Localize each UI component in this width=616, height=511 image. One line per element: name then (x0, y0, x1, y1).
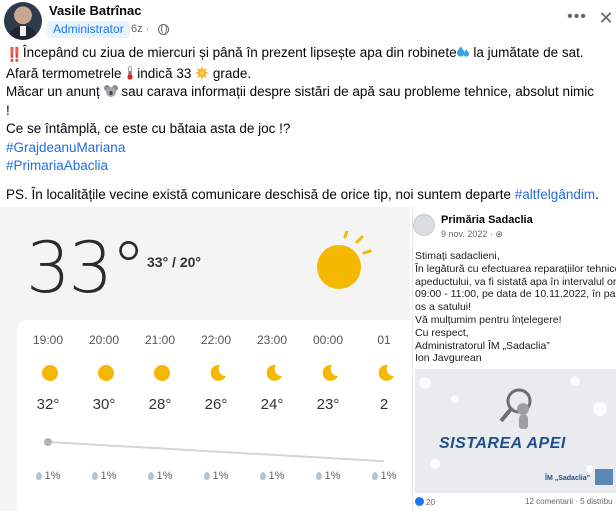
forecast-hour: 01 (377, 333, 391, 347)
comment-count: 12 comentarii · 5 distribu (525, 497, 613, 506)
sun-icon (98, 365, 114, 381)
precipitation-chance: 1% (303, 470, 353, 482)
sun-icon (42, 365, 58, 381)
thermometer-icon (126, 65, 133, 80)
temperature-range: 33° / 20° (147, 254, 202, 270)
moon-icon (378, 364, 394, 381)
hashtag-link[interactable]: #PrimariaAbaclia (6, 158, 108, 173)
raindrop-icon (259, 472, 266, 480)
notice-banner-image: SISTAREA APEI ÎM „Sadaclia” (415, 369, 616, 493)
forecast-hour: 23:00 (256, 333, 288, 347)
forecast-hour: 21:00 (144, 333, 176, 347)
post-time[interactable]: 6z · (131, 21, 149, 38)
raindrop-icon (35, 472, 42, 480)
forecast-temperature: 30° (92, 396, 116, 413)
precipitation-chance: 1% (135, 470, 185, 482)
moon-icon (266, 364, 282, 381)
hashtag-link[interactable]: #GrajdeanuMariana (6, 140, 125, 155)
sun-burst-icon (195, 65, 210, 80)
post-line: PS. În localitățile vecine există comuni… (6, 186, 599, 202)
forecast-hour: 20:00 (88, 333, 120, 347)
precipitation-chance: 1% (79, 470, 129, 482)
notice-line: Ion Javgurean (415, 352, 482, 365)
raindrop-icon (91, 472, 98, 480)
notice-line: os a satului! (415, 301, 472, 314)
forecast-temperature: 2 (379, 396, 389, 413)
precipitation-chance: 1% (191, 470, 241, 482)
post-line: Afară termometrele indică 33 grade. (6, 65, 252, 81)
notice-line: apeductului, va fi sistată apa în interv… (415, 275, 616, 288)
post-line: ‼️Începând cu ziua de miercuri și până î… (6, 44, 612, 65)
forecast-temperature: 23° (316, 396, 340, 413)
weather-photo[interactable]: 33° 33° / 20° 19:00 32° 1% 20:00 30° 1% 21:00 2… (0, 207, 410, 511)
forecast-hour: 22:00 (200, 333, 232, 347)
precipitation-chance: 1% (247, 470, 297, 482)
post-header: Vasile Batrînac Administrator 6z · ••• ✕ (0, 0, 616, 46)
raindrop-icon (315, 472, 322, 480)
notice-date: 9 nov. 2022 · ⊕ (441, 229, 503, 239)
notice-line: Stimați sadaclieni, (415, 250, 500, 262)
faucet-icon (595, 469, 613, 485)
notice-text: Stimați sadaclieni, În legătură cu efect… (415, 250, 616, 365)
like-count: 20 (415, 497, 435, 507)
author-name[interactable]: Vasile Batrînac (49, 3, 142, 18)
page-name: Primăria Sadaclia (441, 214, 533, 226)
koala-icon (103, 85, 118, 97)
sun-icon (154, 365, 170, 381)
notice-photo[interactable]: Primăria Sadaclia 9 nov. 2022 · ⊕ Stimaț… (412, 207, 616, 511)
post-line: ! (6, 102, 10, 118)
moon-icon (322, 364, 338, 381)
notice-line: Vă mulțumim pentru înțelegere! (415, 313, 562, 326)
notice-line: Cu respect, (415, 326, 469, 339)
droplets-icon (456, 46, 469, 57)
trend-polyline (47, 441, 385, 463)
globe-icon (158, 24, 169, 35)
precipitation-chance: 1% (23, 470, 73, 482)
role-badge: Administrator (47, 21, 130, 38)
banner-subtitle: ÎM „Sadaclia” (545, 475, 591, 482)
forecast-temperature: 28° (148, 396, 172, 413)
notice-line: 09:00 - 11:00, pe data de 10.11.2022, în… (415, 288, 616, 301)
forecast-temperature: 26° (204, 396, 228, 413)
post-body: ‼️Începând cu ziua de miercuri și până î… (6, 44, 612, 204)
forecast-hour: 19:00 (32, 333, 64, 347)
hashtag-link[interactable]: #altfelgândim (515, 187, 595, 202)
forecast-hour: 00:00 (312, 333, 344, 347)
raindrop-icon (371, 472, 378, 480)
notice-line: În legătură cu efectuarea reparațiilor t… (415, 262, 616, 275)
more-options-icon[interactable]: ••• (566, 8, 588, 30)
sun-icon (317, 231, 372, 289)
forecast-temperature: 32° (36, 396, 60, 413)
post-line: Măcar un anunț sau carava informații des… (6, 84, 595, 99)
globe-icon: ⊕ (495, 229, 503, 239)
notice-line: Administratorul ÎM „Sadaclia” (415, 339, 550, 352)
temperature-trend-line (44, 438, 385, 463)
double-exclamation-icon: ‼️ (6, 47, 23, 62)
current-point-marker (44, 438, 52, 446)
author-avatar[interactable] (4, 2, 42, 40)
post-line: Ce se întâmplă, ce este cu bătaia asta d… (6, 121, 291, 136)
like-icon (415, 497, 424, 506)
moon-icon (210, 364, 226, 381)
page-avatar (413, 214, 435, 236)
banner-title: SISTAREA APEI (439, 435, 566, 452)
close-icon[interactable]: ✕ (598, 7, 614, 29)
raindrop-icon (147, 472, 154, 480)
hourly-forecast-card: 19:00 32° 1% 20:00 30° 1% 21:00 28° 1% 22:00 26° 1%… (17, 320, 410, 511)
forecast-temperature: 24° (260, 396, 284, 413)
raindrop-icon (203, 472, 210, 480)
current-temperature: 33° (26, 227, 146, 309)
precipitation-chance: 1% (359, 470, 409, 482)
